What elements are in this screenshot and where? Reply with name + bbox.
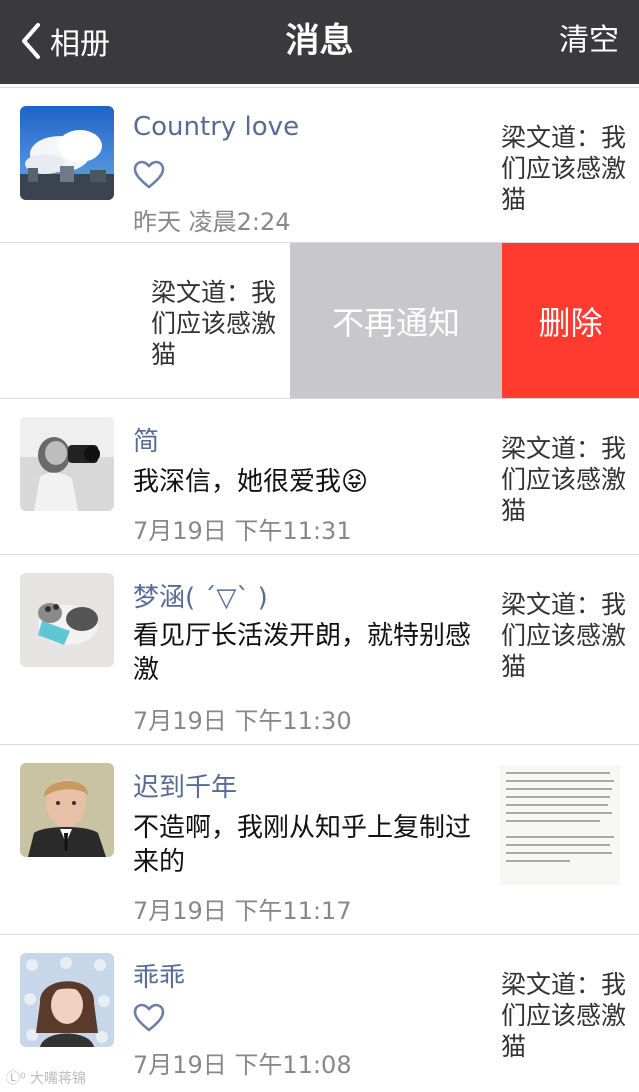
timestamp: 7月19日 下午11:08 [133, 1051, 352, 1079]
sender-name[interactable]: Country love [133, 112, 299, 142]
message-list: Country love 昨天 凌晨2:24 梁文道：我们应该感激猫 梁文道：我… [0, 84, 639, 1090]
quoted-post-text: 梁文道：我们应该感激猫 [151, 278, 277, 369]
timestamp: 昨天 凌晨2:24 [133, 208, 291, 236]
list-item-swiped[interactable]: 梁文道：我们应该感激猫 不再通知 删除 [0, 243, 639, 399]
clear-button[interactable]: 清空 [559, 18, 619, 64]
quoted-post-text: 梁文道：我们应该感激猫 [501, 970, 627, 1061]
sender-name[interactable]: 简 [133, 421, 159, 458]
list-item[interactable]: 迟到千年 不造啊，我刚从知乎上复制过来的 7月19日 下午11:17 [0, 745, 639, 935]
comment-text: 看见厅长活泼开朗，就特别感激 [133, 621, 472, 685]
comment-text: 我深信，她很爱我😝 [133, 467, 369, 497]
quoted-post-image [500, 765, 620, 885]
heart-icon [133, 160, 165, 190]
sender-name[interactable]: 梦涵( ´▽` ) [133, 577, 268, 614]
quoted-post-text: 梁文道：我们应该感激猫 [501, 590, 627, 681]
comment-text: 不造啊，我刚从知乎上复制过来的 [133, 813, 472, 877]
avatar [20, 763, 114, 857]
avatar [20, 573, 114, 667]
timestamp: 7月19日 下午11:31 [133, 517, 352, 545]
quoted-post-text: 梁文道：我们应该感激猫 [501, 123, 627, 214]
mute-button[interactable]: 不再通知 [290, 243, 502, 398]
sender-name[interactable]: 迟到千年 [133, 767, 237, 804]
page-title: 消息 [285, 21, 354, 61]
timestamp: 7月19日 下午11:17 [133, 897, 352, 925]
list-item[interactable]: Country love 昨天 凌晨2:24 梁文道：我们应该感激猫 [0, 88, 639, 243]
delete-button[interactable]: 删除 [502, 243, 639, 398]
avatar [20, 417, 114, 511]
heart-icon [133, 1003, 165, 1033]
timestamp: 7月19日 下午11:30 [133, 707, 352, 735]
sender-name[interactable]: 乖乖 [133, 957, 185, 994]
watermark: Ⓛ⁰ 大嘴蒋锦 [6, 1071, 87, 1087]
list-item[interactable]: 梦涵( ´▽` ) 看见厅长活泼开朗，就特别感激 7月19日 下午11:30 梁… [0, 555, 639, 745]
navigation-bar: 相册 消息 清空 [0, 0, 639, 84]
list-item[interactable]: 乖乖 7月19日 下午11:08 梁文道：我们应该感激猫 [0, 935, 639, 1090]
avatar [20, 106, 114, 200]
list-item[interactable]: 简 我深信，她很爱我😝 7月19日 下午11:31 梁文道：我们应该感激猫 [0, 399, 639, 555]
avatar [20, 953, 114, 1047]
quoted-post-text: 梁文道：我们应该感激猫 [501, 434, 627, 525]
